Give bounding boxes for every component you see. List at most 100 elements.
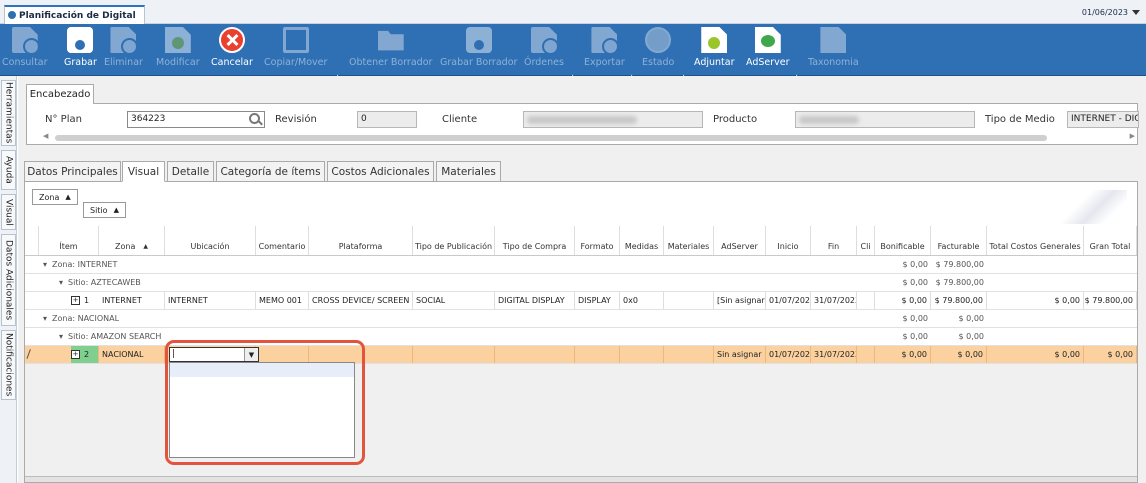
ubicacion-dropdown-list[interactable]	[169, 362, 355, 458]
adjuntar-button[interactable]: Adjuntar	[694, 27, 735, 68]
collapse-icon[interactable]: ▾	[43, 260, 47, 269]
tipo-compra-cell[interactable]: DIGITAL DISPLAY	[495, 292, 575, 309]
consultar-button[interactable]: Consultar	[2, 27, 48, 68]
medidas-cell[interactable]: 0x0	[620, 292, 664, 309]
tipo-publicacion-cell[interactable]	[413, 346, 495, 363]
col-ubicacion[interactable]: Ubicación	[165, 226, 256, 255]
col-gran-total[interactable]: Gran Total	[1084, 226, 1137, 255]
col-adserver[interactable]: AdServer	[714, 226, 766, 255]
col-formato[interactable]: Formato	[575, 226, 620, 255]
scroll-left-icon[interactable]: ◀	[43, 132, 48, 140]
col-materiales[interactable]: Materiales	[664, 226, 714, 255]
taxonomia-button[interactable]: Taxonomia	[808, 27, 859, 68]
inicio-cell[interactable]: 01/07/2023	[766, 292, 811, 309]
sidebar-tab-ayuda[interactable]: Ayuda	[1, 150, 16, 190]
tab-costos-adicionales[interactable]: Costos Adicionales	[327, 161, 434, 182]
tab-detalle[interactable]: Detalle	[167, 161, 214, 182]
sidebar-tab-notificaciones[interactable]: Notificaciones	[1, 330, 16, 400]
adserver-cell[interactable]: Sin asignar	[714, 346, 766, 363]
col-tipo-publicacion[interactable]: Tipo de Publicación	[413, 226, 495, 255]
group-row-zona-internet[interactable]: ▾ Zona: INTERNET $ 0,00 $ 79.800,00	[25, 256, 1137, 274]
group-chip-zona[interactable]: Zona ▲	[32, 189, 78, 205]
collapse-icon[interactable]: ▾	[59, 278, 63, 287]
side-panel: Herramientas Ayuda Visual Datos Adiciona…	[0, 76, 17, 483]
col-item[interactable]: Ítem	[39, 226, 99, 255]
cli-cell[interactable]	[857, 292, 875, 309]
sidebar-tab-herramientas[interactable]: Herramientas	[1, 80, 16, 146]
group-chip-sitio[interactable]: Sitio ▲	[83, 202, 126, 218]
group-row-zona-nacional[interactable]: ▾ Zona: NACIONAL $ 0,00 $ 0,00	[25, 310, 1137, 328]
dropdown-hover-item[interactable]	[170, 363, 354, 377]
ubicacion-combo-input[interactable]: | ▼	[169, 347, 259, 362]
adserver-button[interactable]: AdServer	[746, 27, 790, 68]
tipo-compra-cell[interactable]	[495, 346, 575, 363]
date-dropdown[interactable]: 01/06/2023	[1082, 8, 1140, 17]
table-row-selected[interactable]: +2 NACIONAL Sin asignar 01/07/2023 31/07…	[25, 340, 1137, 465]
group-row-sitio-aztecaweb[interactable]: ▾ Sitio: AZTECAWEB $ 0,00 $ 79.800,00	[25, 274, 1137, 292]
formato-cell[interactable]	[575, 346, 620, 363]
header-scrollbar[interactable]: ◀ ▶	[41, 132, 1137, 143]
sidebar-tab-visual[interactable]: Visual	[1, 194, 16, 230]
expand-icon[interactable]: +	[71, 350, 80, 359]
tab-visual[interactable]: Visual	[122, 161, 165, 182]
tab-categoria-items[interactable]: Categoría de ítems	[216, 161, 325, 182]
expand-icon[interactable]: +	[71, 296, 80, 305]
ubicacion-cell[interactable]: INTERNET	[165, 292, 256, 309]
col-zona[interactable]: Zona ▲	[99, 226, 165, 255]
col-cli[interactable]: Cli	[857, 226, 875, 255]
medidas-cell[interactable]	[620, 346, 664, 363]
fin-cell[interactable]: 31/07/2023	[811, 292, 857, 309]
zona-cell[interactable]: INTERNET	[99, 292, 165, 309]
comentario-cell[interactable]	[256, 346, 309, 363]
formato-cell[interactable]: DISPLAY	[575, 292, 620, 309]
scroll-thumb[interactable]	[55, 135, 1047, 141]
materiales-cell[interactable]	[664, 292, 714, 309]
col-facturable[interactable]: Facturable	[931, 226, 987, 255]
ordenes-button[interactable]: Órdenes	[524, 27, 564, 68]
cliente-field	[523, 111, 703, 128]
col-inicio[interactable]: Inicio	[766, 226, 811, 255]
col-total-costos[interactable]: Total Costos Generales	[987, 226, 1084, 255]
fin-cell[interactable]: 31/07/2023	[811, 346, 857, 363]
col-medidas[interactable]: Medidas	[620, 226, 664, 255]
obtener-borrador-button[interactable]: Obtener Borrador	[349, 27, 432, 68]
consultar-label: Consultar	[2, 57, 48, 68]
col-bonificable[interactable]: Bonificable	[875, 226, 931, 255]
grabar-button[interactable]: Grabar	[64, 27, 97, 68]
collapse-icon[interactable]: ▾	[59, 332, 63, 341]
zona-cell[interactable]: NACIONAL	[99, 346, 165, 363]
col-comentario[interactable]: Comentario	[256, 226, 309, 255]
comentario-cell[interactable]: MEMO 001	[256, 292, 309, 309]
materiales-cell[interactable]	[664, 346, 714, 363]
adserver-cell[interactable]: [Sin asignar]	[714, 292, 766, 309]
sidebar-tab-datos-adicionales[interactable]: Datos Adicionales	[1, 234, 16, 326]
col-plataforma[interactable]: Plataforma	[309, 226, 413, 255]
plataforma-cell[interactable]	[309, 346, 413, 363]
tipo-publicacion-cell[interactable]: SOCIAL	[413, 292, 495, 309]
cli-cell[interactable]	[857, 346, 875, 363]
plataforma-cell[interactable]: CROSS DEVICE/ SCREEN	[309, 292, 413, 309]
grabar-borrador-button[interactable]: Grabar Borrador	[440, 27, 517, 68]
chevron-down-icon[interactable]: ▼	[244, 348, 258, 361]
copiar-mover-label: Copiar/Mover	[264, 57, 328, 68]
eliminar-button[interactable]: Eliminar	[104, 27, 143, 68]
copiar-mover-button[interactable]: Copiar/Mover	[264, 27, 327, 68]
col-fin[interactable]: Fin	[811, 226, 857, 255]
group-row-sitio-amazon[interactable]: ▾ Sitio: AMAZON SEARCH $ 0,00 $ 0,00	[25, 328, 1137, 346]
scroll-right-icon[interactable]: ▶	[1130, 132, 1135, 140]
tab-datos-principales[interactable]: Datos Principales	[24, 161, 121, 182]
col-tipo-compra[interactable]: Tipo de Compra	[495, 226, 575, 255]
exportar-button[interactable]: Exportar	[584, 27, 625, 68]
cancelar-button[interactable]: Cancelar	[211, 27, 253, 68]
inicio-cell[interactable]: 01/07/2023	[766, 346, 811, 363]
document-tab[interactable]: Planificación de Digital	[4, 5, 145, 24]
estado-button[interactable]: Estado	[642, 27, 674, 68]
table-row[interactable]: +1 INTERNET INTERNET MEMO 001 CROSS DEVI…	[25, 292, 1137, 310]
revision-field: 0	[357, 111, 417, 128]
search-icon[interactable]	[249, 113, 260, 124]
plan-number-field[interactable]: 364223	[127, 111, 265, 128]
collapse-icon[interactable]: ▾	[43, 314, 47, 323]
tab-encabezado[interactable]: Encabezado	[26, 84, 94, 104]
tab-materiales[interactable]: Materiales	[436, 161, 501, 182]
modificar-button[interactable]: Modificar	[156, 27, 200, 68]
